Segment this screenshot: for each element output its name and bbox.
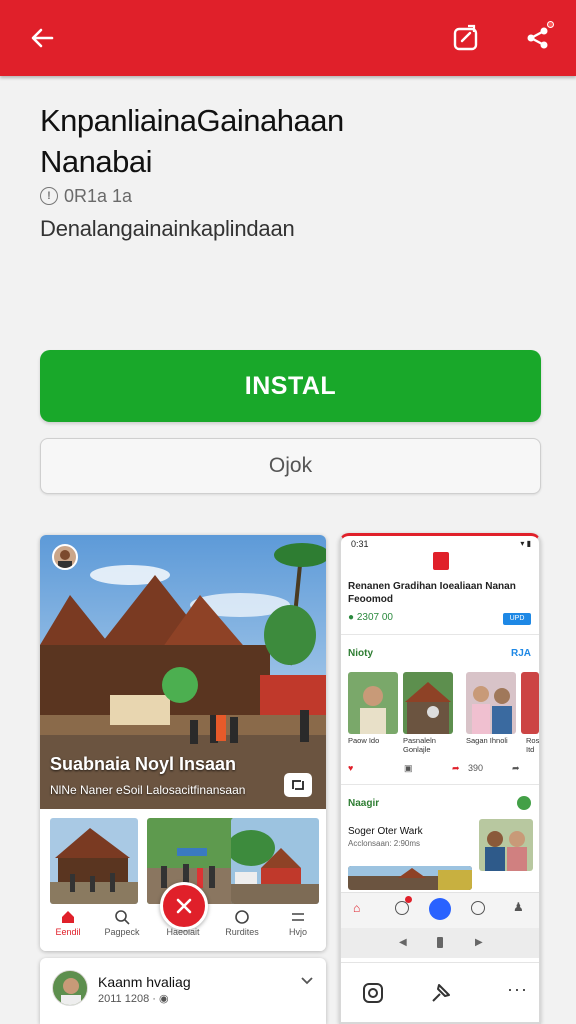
messenger-icon[interactable] — [429, 898, 451, 920]
profile-icon[interactable]: ♟ — [513, 900, 524, 914]
news-date: Acclonsaan: 2:90ms — [348, 839, 421, 848]
info-icon: ! — [40, 187, 58, 205]
nav-label: Eendil — [55, 927, 81, 937]
back-arrow-icon[interactable] — [22, 18, 62, 58]
forward-icon[interactable]: ▶ — [475, 937, 483, 948]
status-time: 0:31 — [351, 539, 369, 549]
avatar[interactable] — [52, 544, 78, 570]
share-icon[interactable] — [518, 18, 558, 58]
system-nav: ◀ ▶ — [341, 928, 539, 958]
nav-favorites[interactable]: Rurdites — [216, 909, 268, 937]
edit-square-icon[interactable] — [446, 18, 486, 58]
close-fab-button[interactable] — [160, 882, 208, 930]
hero-subtitle: NlNe Naner eSoil Lalosacitfinansaan — [50, 783, 246, 797]
home-icon — [62, 911, 74, 923]
search-icon — [115, 910, 130, 925]
story-card-4[interactable] — [521, 672, 539, 734]
like-icon[interactable]: ♥ — [348, 763, 353, 773]
app-bar — [0, 0, 576, 76]
story-caption: Paow Ido — [348, 736, 380, 745]
share-arrow-icon[interactable]: ➦ — [452, 763, 460, 774]
screenshot-card-1[interactable]: Suabnaia Noyl Insaan NlNe Naner eSoil La… — [40, 535, 326, 951]
news-image[interactable] — [479, 819, 533, 871]
divider — [341, 634, 539, 635]
explore-icon[interactable] — [395, 901, 409, 915]
nav-menu[interactable]: Hvjo — [272, 909, 324, 937]
story-card-3[interactable] — [466, 672, 516, 734]
app-logo — [433, 552, 449, 570]
divider — [341, 784, 539, 785]
story-card-1[interactable] — [348, 672, 398, 734]
hero-title: Suabnaia Noyl Insaan — [50, 754, 237, 774]
nav-search[interactable]: Pagpeck — [96, 909, 148, 937]
story-card-2[interactable] — [403, 672, 453, 734]
section-title-1: Nioty — [348, 648, 373, 659]
more-icon[interactable]: ··· — [507, 979, 528, 1000]
news-strip-image[interactable] — [348, 866, 472, 890]
update-badge[interactable]: UPD — [503, 613, 531, 625]
menu-icon — [292, 913, 304, 921]
story-caption: Sagan Ihnoli — [466, 736, 508, 745]
review-date-text: 2011 1208 · — [98, 993, 156, 1005]
install-button[interactable]: INSTAL — [40, 350, 541, 422]
app-title: KnpanliainaGainahaan Nanabai — [40, 100, 540, 182]
home-icon[interactable]: ⌂ — [353, 901, 360, 915]
image-icon[interactable]: ▣ — [404, 763, 413, 774]
back-icon[interactable]: ◀ — [399, 937, 407, 948]
review-card[interactable]: Kaanm hvaliag 2011 1208 · ◉ — [40, 958, 326, 1024]
home-pill-icon[interactable] — [437, 937, 443, 948]
app-title-line-2: Nanabai — [40, 144, 152, 179]
nav-label: Hvjo — [288, 927, 307, 937]
count-text: 390 — [468, 763, 484, 773]
thumbnail-3[interactable] — [231, 818, 319, 904]
story-caption: Rosa Itd — [526, 736, 540, 754]
nav-home[interactable]: Eendil — [42, 909, 94, 937]
notification-dot — [547, 21, 554, 28]
news-title: Soger Oter Wark — [348, 826, 423, 837]
nav-label: Rurdites — [225, 927, 259, 937]
instagram-icon[interactable] — [361, 981, 385, 1005]
app-title-line-1: KnpanliainaGainahaan — [40, 103, 344, 138]
rating-text: 2307 00 — [356, 612, 393, 623]
chevron-down-icon[interactable] — [300, 976, 314, 986]
section-title-2: Naagir — [348, 798, 380, 809]
pin-icon[interactable] — [429, 981, 453, 1005]
thumbnail-1[interactable] — [50, 818, 138, 904]
section-link-1[interactable]: RJA — [511, 648, 531, 659]
reviewer-name: Kaanm hvaliag — [98, 974, 191, 990]
globe-icon: ◉ — [158, 993, 169, 1005]
nav-label: Pagpeck — [104, 927, 140, 937]
emoji-icon[interactable] — [471, 901, 485, 915]
screenshot-card-2[interactable]: 0:31 ▾ ▮ Renanen Gradihan Ioealiaan Nana… — [339, 533, 541, 1024]
phone-toolbar: ··· — [341, 962, 539, 1022]
phone-rating: ● 2307 00 — [348, 612, 393, 623]
app-developer: Denalangainainkaplindaan — [40, 216, 295, 241]
reviewer-avatar — [52, 970, 88, 1006]
open-button[interactable]: Ojok — [40, 438, 541, 494]
app-meta-text: 0R1a 1a — [64, 185, 133, 206]
forward-icon[interactable]: ➦ — [512, 763, 520, 774]
badge-dot — [405, 896, 412, 903]
phone-bottom-nav: ⌂ ♟ — [341, 892, 539, 928]
phone-app-name: Renanen Gradihan Ioealiaan Nanan Feoomod — [348, 581, 516, 605]
section-more-icon[interactable] — [517, 796, 531, 810]
close-icon — [176, 898, 192, 914]
app-meta-row: ! 0R1a 1a — [40, 184, 132, 208]
expand-icon[interactable] — [284, 773, 312, 797]
circle-icon — [235, 910, 249, 924]
review-date: 2011 1208 · ◉ — [98, 992, 169, 1005]
status-icons: ▾ ▮ — [520, 539, 531, 548]
story-caption: Pasnaleln Gonlajle — [403, 736, 436, 754]
story-actions: ♥ ▣ ➦ 390 ➦ — [348, 763, 538, 777]
